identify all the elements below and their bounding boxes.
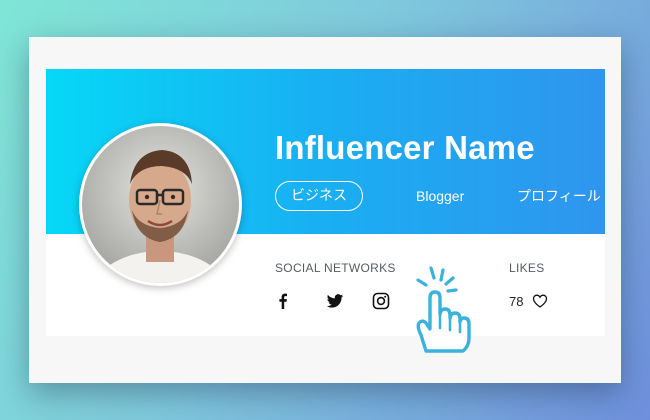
facebook-icon[interactable]: [274, 292, 292, 310]
twitter-icon[interactable]: [326, 292, 344, 310]
heart-icon[interactable]: [532, 293, 548, 309]
tag-business-button[interactable]: ビジネス: [275, 181, 363, 211]
likes-label: LIKES: [509, 261, 545, 275]
hand-pointer-icon: [416, 266, 471, 353]
likes-count: 78: [509, 294, 524, 309]
instagram-icon[interactable]: [372, 292, 390, 310]
profile-name: Influencer Name: [275, 129, 535, 166]
avatar[interactable]: [79, 123, 242, 286]
profile-card-frame: Influencer Name ビジネス Blogger プロフィール SOCI…: [29, 37, 621, 383]
profile-card: Influencer Name ビジネス Blogger プロフィール SOCI…: [46, 69, 605, 336]
social-networks-label: SOCIAL NETWORKS: [275, 261, 396, 275]
avatar-portrait: [82, 126, 239, 283]
tag-profile[interactable]: プロフィール: [517, 181, 601, 211]
tag-blogger[interactable]: Blogger: [416, 181, 464, 211]
